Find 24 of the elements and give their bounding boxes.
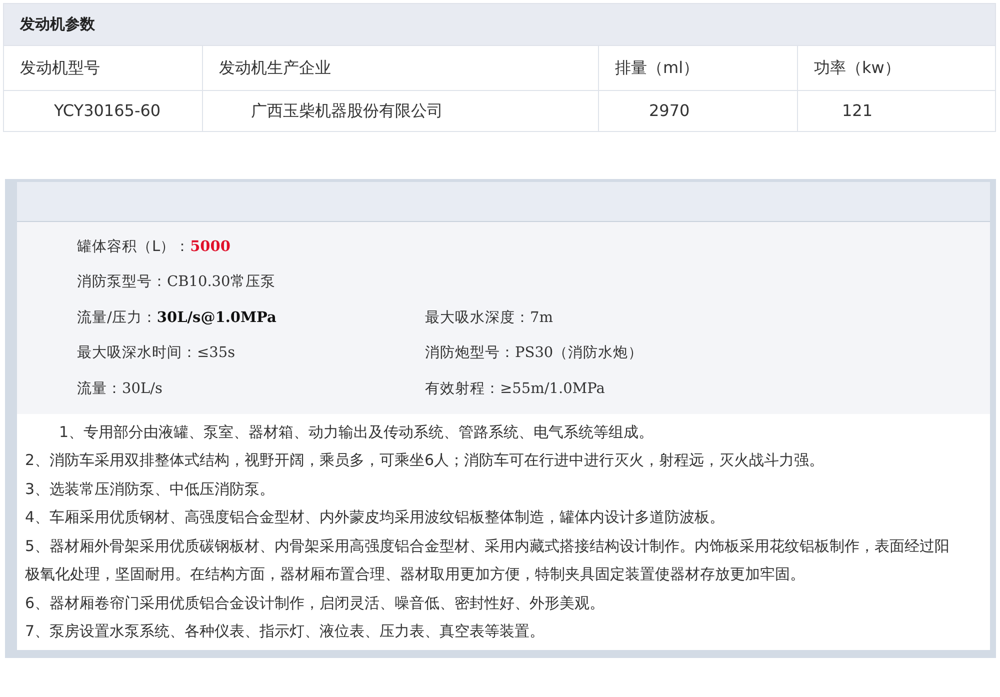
paragraph: 2、消防车采用双排整体式结构，视野开阔，乘员多，可乘坐6人；消防车可在行进中进行灭火，射程远，灭火战斗力强。 (25, 450, 826, 471)
paragraph: 6、器材厢卷帘门采用优质铝合金设计制作，启闭灵活、噪音低、密封性好、外形美观。 (25, 592, 606, 614)
spec-text: 流量/压力：30L/s@1.0MPa (77, 310, 276, 326)
table-cell: 广西玉柴机器股份有限公司 (203, 90, 599, 131)
paragraph: 3、选装常压消防泵、中低压消防泵。 (25, 478, 276, 500)
table-title: 发动机参数 (4, 4, 995, 45)
paragraph: 4、车厢采用优质钢材、高强度铝合金型材、内外蒙皮均采用波纹铝板整体制造，罐体内设计多道防波板。 (25, 507, 726, 528)
column-header: 发动机生产企业 (203, 45, 599, 90)
table-cell: 2970 (599, 90, 798, 131)
spec-text: 最大吸水深度：7m (425, 310, 553, 326)
spec-text: 最大吸深水时间：≤35s (77, 345, 236, 362)
paragraph: 7、泵房设置水泵系统、各种仪表、指示灯、液位表、压力表、真空表等装置。 (25, 621, 546, 642)
spec-text: 有效射程：≥55m/1.0MPa (425, 380, 605, 397)
spec-text: 罐体容积（L）：5000 (77, 239, 230, 256)
column-header: 排量（ml） (599, 45, 798, 90)
spec-text: 流量：30L/s (77, 380, 162, 397)
column-header: 功率（kw） (798, 45, 995, 90)
table-cell: 121 (798, 90, 995, 131)
paragraph: 5、器材厢外骨架采用优质碳钢板材、内骨架采用高强度铝合金型材、采用内藏式搭接结构设计制作。内饰板采用花纹铝板制作，表面经过阳极氧化处理，坚固耐用。在结构方面，器材厢布置合理、器材取用更加方便，特制夹具固定装置使器材存放更加牢固。 (25, 536, 951, 585)
paragraph: 1、专用部分由液罐、泵室、器材箱、动力输出及传动系统、管路系统、电气系统等组成。 (58, 422, 655, 442)
spec-text: 消防炮型号：PS30（消防水炮） (425, 345, 644, 362)
spec-text: 消防泵型号：CB10.30常压泵 (77, 274, 276, 290)
column-header: 发动机型号 (4, 45, 203, 90)
table-cell: YCY30165-60 (4, 90, 203, 131)
